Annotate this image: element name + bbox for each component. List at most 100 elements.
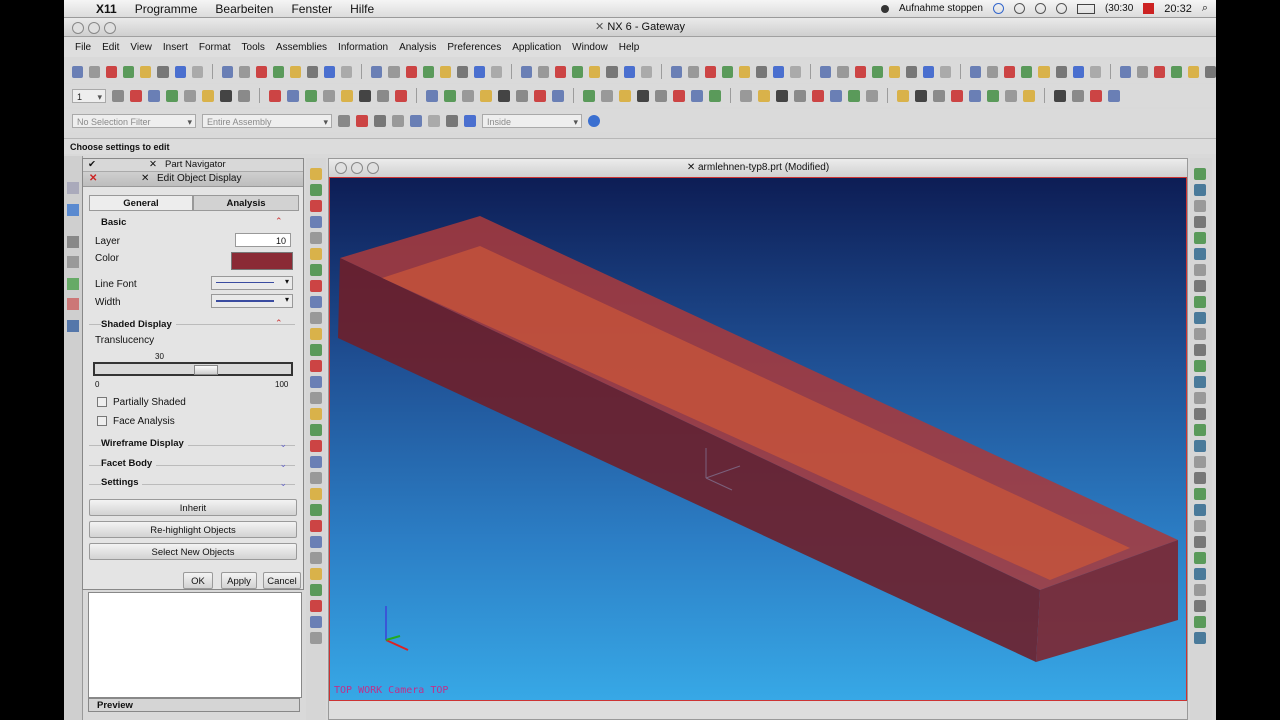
menu-assemblies[interactable]: Assemblies (276, 42, 327, 53)
selection-tool-icon[interactable] (392, 114, 404, 127)
vertical-tool-icon[interactable] (310, 312, 322, 324)
toolbar-tool-icon[interactable] (130, 89, 142, 102)
toolbar-tool-icon[interactable] (140, 65, 152, 78)
toolbar-tool-icon[interactable] (305, 89, 317, 102)
checkbox[interactable] (97, 416, 107, 427)
toolbar-tool-icon[interactable] (640, 65, 652, 78)
vertical-tool-icon[interactable] (1194, 280, 1206, 292)
vertical-tool-icon[interactable] (310, 184, 322, 196)
part-navigator-header[interactable]: ✔ ✕ Part Navigator (83, 159, 303, 172)
vertical-tool-icon[interactable] (310, 440, 322, 452)
toolbar-tool-icon[interactable] (473, 65, 485, 78)
vertical-tool-icon[interactable] (310, 552, 322, 564)
resource-tab-icon[interactable] (67, 278, 79, 290)
toolbar-tool-icon[interactable] (480, 89, 492, 102)
expand-icon[interactable]: ⌄ (279, 439, 287, 450)
toolbar-tool-icon[interactable] (589, 65, 601, 78)
vertical-tool-icon[interactable] (1194, 312, 1206, 324)
toolbar-tool-icon[interactable] (148, 89, 160, 102)
vertical-tool-icon[interactable] (310, 168, 322, 180)
inside-combo[interactable]: Inside (482, 113, 582, 129)
vertical-tool-icon[interactable] (310, 344, 322, 356)
volume-icon[interactable] (1055, 3, 1067, 14)
width-select[interactable]: ▾ (211, 294, 293, 308)
zoom-window-button[interactable] (367, 162, 379, 174)
toolbar-tool-icon[interactable] (739, 65, 751, 78)
toolbar-tool-icon[interactable] (498, 89, 510, 102)
toolbar-tool-icon[interactable] (112, 89, 124, 102)
toolbar-tool-icon[interactable] (673, 89, 685, 102)
graphics-viewport[interactable]: TOP WORK Camera TOP (329, 177, 1187, 701)
resource-tab-icon[interactable] (67, 204, 79, 216)
toolbar-tool-icon[interactable] (670, 65, 682, 78)
pin-icon[interactable]: ✔ (88, 159, 96, 171)
toolbar-tool-icon[interactable] (897, 89, 909, 102)
recording-label[interactable]: Aufnahme stoppen (899, 3, 983, 14)
vertical-tool-icon[interactable] (310, 568, 322, 580)
tab-analysis[interactable]: Analysis (193, 195, 299, 211)
vertical-tool-icon[interactable] (1194, 360, 1206, 372)
toolbar-tool-icon[interactable] (940, 65, 952, 78)
menu-view[interactable]: View (130, 42, 152, 53)
toolbar-tool-icon[interactable] (89, 65, 101, 78)
wireframe-display-section-header[interactable]: Wireframe Display (101, 438, 188, 449)
vertical-tool-icon[interactable] (1194, 568, 1206, 580)
selection-tool-icon[interactable] (464, 114, 476, 127)
menu-tools[interactable]: Tools (242, 42, 265, 53)
toolbar-tool-icon[interactable] (341, 65, 353, 78)
toolbar-tool-icon[interactable] (1108, 89, 1120, 102)
toolbar-tool-icon[interactable] (371, 65, 383, 78)
vertical-tool-icon[interactable] (1194, 536, 1206, 548)
vertical-tool-icon[interactable] (310, 408, 322, 420)
toolbar-tool-icon[interactable] (221, 65, 233, 78)
cancel-button[interactable]: Cancel (263, 572, 301, 589)
toolbar-tool-icon[interactable] (583, 89, 595, 102)
vertical-tool-icon[interactable] (1194, 392, 1206, 404)
toolbar-tool-icon[interactable] (709, 89, 721, 102)
toolbar-tool-icon[interactable] (1054, 89, 1066, 102)
toolbar-tool-icon[interactable] (888, 65, 900, 78)
toolbar-tool-icon[interactable] (1038, 65, 1050, 78)
resource-tab-icon[interactable] (67, 320, 79, 332)
settings-section-header[interactable]: Settings (101, 477, 143, 488)
toolbar-tool-icon[interactable] (72, 65, 84, 78)
toolbar-tool-icon[interactable] (287, 89, 299, 102)
toolbar-tool-icon[interactable] (174, 65, 186, 78)
rehighlight-objects-button[interactable]: Re-highlight Objects (89, 521, 297, 538)
toolbar-tool-icon[interactable] (534, 89, 546, 102)
vertical-tool-icon[interactable] (1194, 440, 1206, 452)
checkbox[interactable] (97, 397, 107, 408)
toolbar-tool-icon[interactable] (516, 89, 528, 102)
basic-section-header[interactable]: Basic (101, 217, 126, 228)
record-icon[interactable] (880, 4, 889, 13)
vertical-tool-icon[interactable] (310, 584, 322, 596)
vertical-tool-icon[interactable] (1194, 264, 1206, 276)
partially-shaded-option[interactable]: Partially Shaded (97, 397, 186, 408)
layer-combo[interactable]: 1 (72, 88, 106, 104)
toolbar-tool-icon[interactable] (269, 89, 281, 102)
vertical-tool-icon[interactable] (310, 360, 322, 372)
close-window-button[interactable] (72, 22, 84, 34)
toolbar-tool-icon[interactable] (1021, 65, 1033, 78)
toolbar-tool-icon[interactable] (756, 65, 768, 78)
menu-file[interactable]: File (75, 42, 91, 53)
inherit-button[interactable]: Inherit (89, 499, 297, 516)
vertical-tool-icon[interactable] (1194, 328, 1206, 340)
face-analysis-option[interactable]: Face Analysis (97, 416, 175, 427)
toolbar-tool-icon[interactable] (462, 89, 474, 102)
close-icon[interactable]: ✕ (89, 172, 97, 186)
menu-edit[interactable]: Edit (102, 42, 119, 53)
toolbar-tool-icon[interactable] (238, 65, 250, 78)
toolbar-tool-icon[interactable] (1188, 65, 1200, 78)
mac-menu-hilfe[interactable]: Hilfe (350, 2, 374, 16)
mac-menu-programme[interactable]: Programme (135, 2, 198, 16)
select-new-objects-button[interactable]: Select New Objects (89, 543, 297, 560)
toolbar-tool-icon[interactable] (552, 89, 564, 102)
toolbar-tool-icon[interactable] (637, 89, 649, 102)
vertical-tool-icon[interactable] (310, 264, 322, 276)
toolbar-tool-icon[interactable] (521, 65, 533, 78)
vertical-tool-icon[interactable] (310, 456, 322, 468)
toolbar-tool-icon[interactable] (1072, 89, 1084, 102)
resource-tab-icon[interactable] (67, 298, 79, 310)
toolbar-tool-icon[interactable] (1119, 65, 1131, 78)
